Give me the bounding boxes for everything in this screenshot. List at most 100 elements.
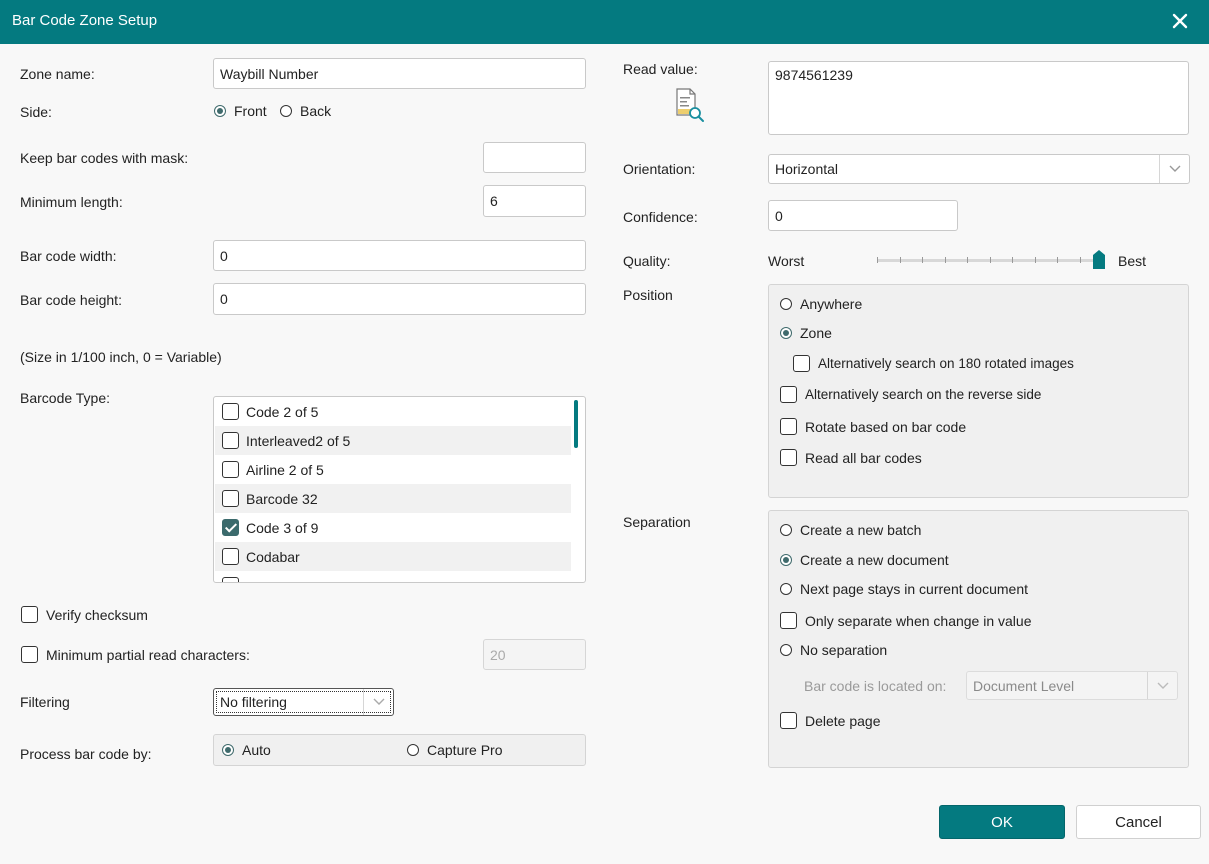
cancel-button[interactable]: Cancel [1076,805,1201,839]
position-anywhere-radio[interactable]: Anywhere [780,296,862,312]
slider-tick [922,257,923,263]
confidence-label: Confidence: [623,209,698,225]
alt-180-checkbox[interactable]: Alternatively search on 180 rotated imag… [793,355,1074,372]
list-item[interactable]: Airline 2 of 5 [215,455,571,484]
slider-tick [1057,257,1058,263]
sep-new-batch-label: Create a new batch [800,522,922,538]
filtering-select[interactable]: No filtering [213,688,394,716]
separation-label: Separation [623,514,691,530]
slider-tick [1079,257,1081,263]
checkbox[interactable] [222,461,239,478]
only-change-label: Only separate when change in value [805,612,1032,629]
close-icon[interactable] [1169,10,1191,32]
ok-button[interactable]: OK [939,805,1065,839]
delete-page-checkbox[interactable]: Delete page [780,712,881,729]
side-back-radio[interactable]: Back [280,103,331,119]
checkbox[interactable] [780,449,797,466]
read-value-label: Read value: [623,61,698,77]
list-item-label: Interleaved2 of 5 [246,432,351,449]
side-front-radio[interactable]: Front [214,103,267,119]
checkbox[interactable] [222,548,239,565]
sep-none-label: No separation [800,642,888,658]
process-auto-radio[interactable]: Auto [222,742,271,758]
chevron-down-icon [363,689,393,715]
sep-new-document-radio[interactable]: Create a new document [780,552,949,568]
checkbox[interactable] [793,355,810,372]
slider-tick [967,257,968,263]
verify-checksum-checkbox[interactable]: Verify checksum [21,606,148,623]
side-front-label: Front [234,103,267,119]
size-note: (Size in 1/100 inch, 0 = Variable) [20,349,222,365]
position-zone-label: Zone [800,325,832,341]
list-item[interactable]: Barcode 32 [215,484,571,513]
located-on-select[interactable]: Document Level [966,671,1178,700]
checkbox[interactable] [222,490,239,507]
list-item-label: Airline 2 of 5 [246,461,324,478]
process-by-label: Process bar code by: [20,746,152,762]
list-item-label: Codabar [246,548,300,565]
checkbox-checked[interactable] [222,519,239,536]
bc-width-input[interactable]: 0 [213,240,586,271]
alt-180-label: Alternatively search on 180 rotated imag… [818,356,1074,371]
orientation-select[interactable]: Horizontal [768,154,1190,184]
orientation-value: Horizontal [775,161,839,177]
read-all-checkbox[interactable]: Read all bar codes [780,449,922,466]
list-item[interactable]: Codabar [215,542,571,571]
sep-next-page-radio[interactable]: Next page stays in current document [780,581,1028,597]
document-search-icon[interactable] [675,87,705,123]
checkbox[interactable] [222,432,239,449]
filtering-label: Filtering [20,694,70,710]
sep-new-document-label: Create a new document [800,552,949,568]
zone-name-input[interactable]: Waybill Number [213,58,586,89]
checkbox[interactable] [780,386,797,403]
barcode-type-list[interactable]: Code 2 of 5 Interleaved2 of 5 Airline 2 … [213,396,586,583]
slider-tick [989,257,991,263]
list-item-label: Code 3 of 9 [246,519,319,536]
delete-page-label: Delete page [805,712,881,729]
confidence-input[interactable]: 0 [768,200,958,231]
quality-slider-thumb[interactable] [1092,250,1106,270]
position-zone-radio[interactable]: Zone [780,325,832,341]
barcode-type-label: Barcode Type: [20,390,111,406]
min-partial-input[interactable]: 20 [483,639,586,670]
list-item-label: Barcode 32 [246,490,318,507]
radio-indicator [222,744,234,756]
checkbox[interactable] [780,418,797,435]
quality-min-label: Worst [768,253,805,269]
zone-name-label: Zone name: [20,66,95,82]
list-item-partial[interactable] [215,571,571,582]
min-partial-checkbox[interactable]: Minimum partial read characters: [21,646,250,663]
checkbox[interactable] [222,403,239,420]
radio-indicator [780,298,792,310]
slider-tick [944,257,946,263]
alt-reverse-checkbox[interactable]: Alternatively search on the reverse side [780,386,1041,403]
read-value-field[interactable]: 9874561239 [768,61,1189,135]
checkbox[interactable] [21,606,38,623]
orientation-label: Orientation: [623,161,696,177]
rotate-checkbox[interactable]: Rotate based on bar code [780,418,966,435]
list-item[interactable]: Interleaved2 of 5 [215,426,571,455]
keep-mask-input[interactable] [483,142,586,173]
min-length-label: Minimum length: [20,194,123,210]
radio-indicator [407,744,419,756]
checkbox[interactable] [780,712,797,729]
list-item[interactable]: Code 3 of 9 [215,513,571,542]
bc-height-input[interactable]: 0 [213,283,586,315]
radio-indicator [780,583,792,595]
only-change-checkbox[interactable]: Only separate when change in value [780,612,1031,629]
checkbox[interactable] [222,577,239,582]
list-scrollbar[interactable] [574,400,578,448]
list-item-label: Code 2 of 5 [246,403,319,420]
min-length-input[interactable]: 6 [483,185,586,217]
checkbox[interactable] [780,612,797,629]
list-item[interactable]: Code 2 of 5 [215,397,571,426]
rotate-label: Rotate based on bar code [805,418,967,435]
position-label: Position [623,287,673,303]
sep-none-radio[interactable]: No separation [780,642,887,658]
quality-max-label: Best [1118,253,1147,269]
process-capturepro-radio[interactable]: Capture Pro [407,742,502,758]
checkbox[interactable] [21,646,38,663]
sep-new-batch-radio[interactable]: Create a new batch [780,522,921,538]
quality-label: Quality: [623,253,671,269]
process-auto-label: Auto [242,742,271,758]
